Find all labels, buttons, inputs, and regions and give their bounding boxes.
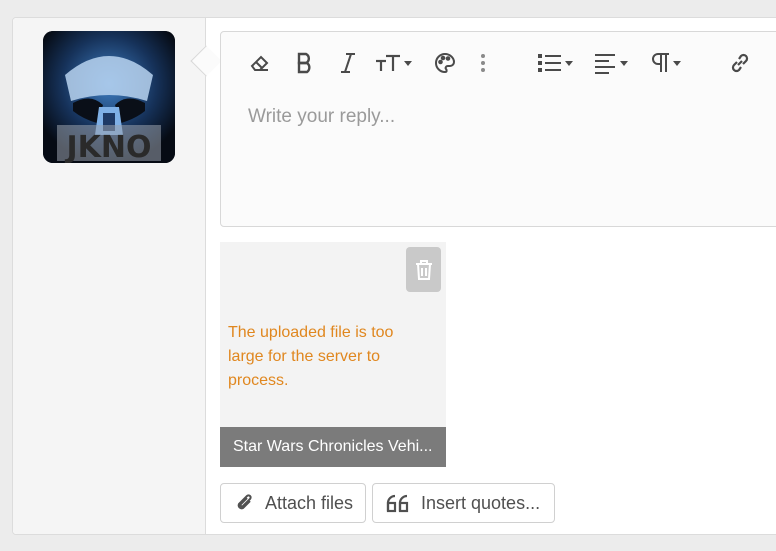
align-icon[interactable] xyxy=(590,48,632,78)
attachment-card: The uploaded file is too large for the s… xyxy=(220,242,446,467)
italic-icon[interactable] xyxy=(333,48,363,78)
list-icon[interactable] xyxy=(533,48,577,78)
avatar-text: JKNO xyxy=(64,130,151,163)
attachment-file-name: Star Wars Chronicles Vehi... xyxy=(220,427,446,467)
eraser-icon[interactable] xyxy=(245,48,275,78)
editor-toolbar xyxy=(221,32,776,92)
reply-editor[interactable]: Write your reply... xyxy=(220,31,776,227)
attach-files-label: Attach files xyxy=(265,492,354,513)
text-size-icon[interactable] xyxy=(371,48,415,78)
bold-icon[interactable] xyxy=(290,48,320,78)
insert-quotes-label: Insert quotes... xyxy=(421,492,541,513)
upload-error-message: The uploaded file is too large for the s… xyxy=(228,324,394,389)
attach-files-button[interactable]: Attach files xyxy=(220,483,366,523)
user-column: JKNO xyxy=(13,18,206,534)
avatar-image: JKNO xyxy=(43,31,175,163)
paragraph-icon[interactable] xyxy=(645,48,687,78)
editor-placeholder[interactable]: Write your reply... xyxy=(248,106,395,128)
quote-icon xyxy=(385,493,411,513)
avatar[interactable]: JKNO xyxy=(43,31,175,163)
palette-icon[interactable] xyxy=(430,48,460,78)
insert-quotes-button[interactable]: Insert quotes... xyxy=(372,483,555,523)
paperclip-icon xyxy=(235,492,255,514)
reply-block: JKNO Write your reply... The uploaded fi… xyxy=(12,17,776,535)
delete-attachment-button[interactable] xyxy=(406,247,441,292)
more-icon[interactable] xyxy=(473,48,493,78)
media-icon[interactable] xyxy=(769,48,776,78)
trash-icon xyxy=(415,259,432,280)
link-icon[interactable] xyxy=(725,48,755,78)
